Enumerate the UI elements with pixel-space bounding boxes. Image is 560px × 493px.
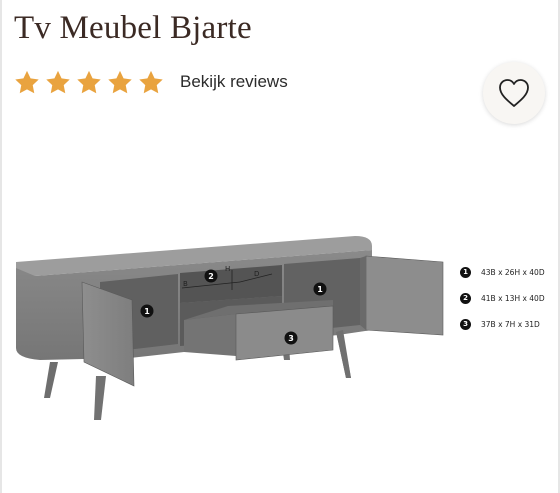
dimension-number: 1	[460, 266, 471, 278]
dimension-row: 3 37B x 7H x 31D	[460, 318, 558, 330]
star-icon	[45, 70, 71, 95]
dimension-number: 3	[460, 318, 471, 330]
dimension-text: 41B x 13H x 40D	[481, 293, 545, 303]
wishlist-button[interactable]	[483, 62, 545, 124]
heart-icon	[499, 79, 529, 107]
dimension-text: 43B x 26H x 40D	[481, 267, 545, 277]
marker-right-compartment: 1	[313, 282, 327, 296]
star-icon	[107, 70, 133, 95]
left-door	[81, 281, 135, 387]
svg-text:1: 1	[144, 307, 150, 316]
dimension-row: 2 41B x 13H x 40D	[460, 292, 558, 304]
star-icon	[76, 70, 102, 95]
star-icon	[14, 70, 40, 95]
dimensions-legend: 1 43B x 26H x 40D 2 41B x 13H x 40D 3 37…	[460, 266, 558, 344]
label-d: D	[254, 270, 259, 278]
dimension-number: 2	[460, 292, 471, 304]
dimension-row: 1 43B x 26H x 40D	[460, 266, 558, 278]
reviews-link[interactable]: Bekijk reviews	[180, 72, 288, 92]
marker-left-compartment: 1	[140, 304, 154, 318]
marker-drawer: 3	[284, 331, 298, 345]
product-rating[interactable]: Bekijk reviews	[14, 67, 288, 97]
label-h: H	[225, 265, 230, 273]
rating-stars	[14, 70, 164, 95]
dimension-text: 37B x 7H x 31D	[481, 319, 540, 329]
svg-text:2: 2	[208, 272, 214, 281]
star-icon	[138, 70, 164, 95]
marker-middle-shelf: 2	[204, 269, 218, 283]
label-b: B	[183, 280, 188, 288]
svg-text:3: 3	[288, 334, 294, 343]
right-door	[365, 255, 444, 336]
product-title: Tv Meubel Bjarte	[14, 10, 252, 46]
svg-text:1: 1	[317, 285, 323, 294]
